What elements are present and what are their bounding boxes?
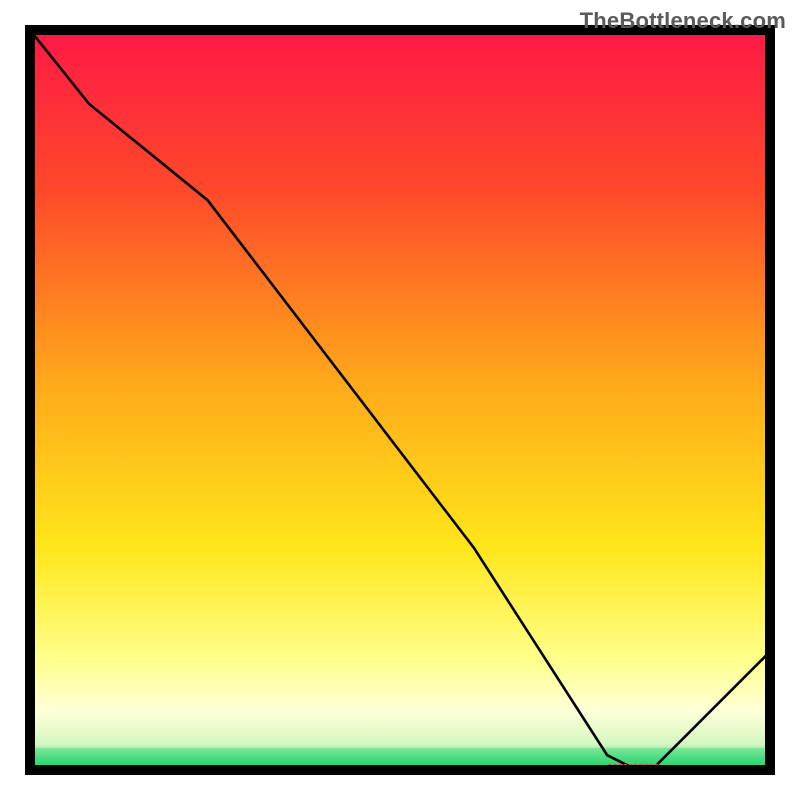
bottleneck-chart <box>0 0 800 800</box>
gradient-background <box>30 30 770 770</box>
plot-area <box>30 30 770 770</box>
chart-container: TheBottleneck.com <box>0 0 800 800</box>
watermark-text: TheBottleneck.com <box>580 8 786 34</box>
